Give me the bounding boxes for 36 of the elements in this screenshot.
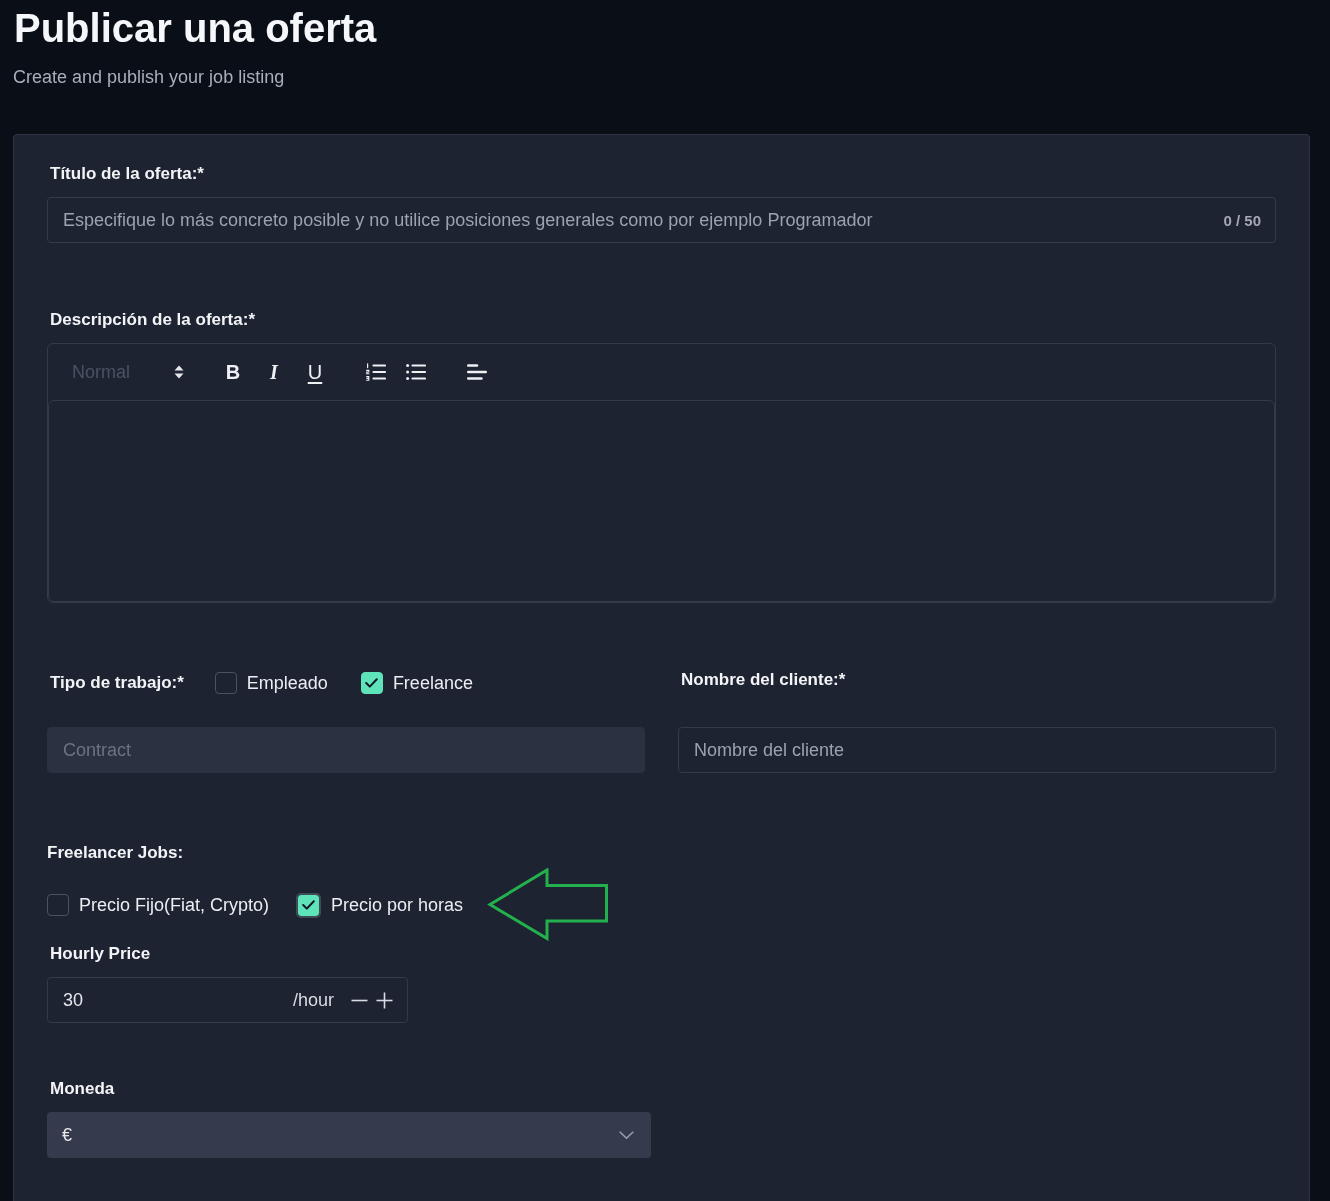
checkbox[interactable] xyxy=(47,894,69,916)
page-subtitle: Create and publish your job listing xyxy=(13,66,285,89)
checkbox-label: Precio Fijo(Fiat, Crypto) xyxy=(79,894,270,917)
underline-button[interactable]: U xyxy=(301,358,329,386)
checkbox-label: Precio por horas xyxy=(331,894,464,917)
page-title: Publicar una oferta xyxy=(14,5,377,52)
checkbox[interactable] xyxy=(214,672,237,694)
italic-button[interactable]: I xyxy=(260,358,288,386)
field-label: Moneda xyxy=(49,1078,115,1100)
title-field[interactable]: Especifique lo más concreto posible y no utilice posiciones generales como por ejemplo Programador 0 / 50 xyxy=(47,197,1276,243)
checkbox-label: Empleado xyxy=(246,672,328,695)
field-label: Nombre del cliente:* xyxy=(680,669,846,691)
field-label: Hourly Price xyxy=(49,943,151,965)
checkbox[interactable] xyxy=(296,892,322,918)
bullet-list-icon[interactable] xyxy=(406,363,426,381)
plus-icon[interactable] xyxy=(376,991,393,1009)
editor-field[interactable] xyxy=(48,400,1275,602)
align-left-icon[interactable] xyxy=(467,363,487,381)
client-name-field[interactable]: Nombre del cliente xyxy=(678,727,1276,773)
title-input[interactable]: Especifique lo más concreto posible y no utilice posiciones generales como por ejemplo Programador xyxy=(63,206,1212,234)
chevron-down-icon xyxy=(619,1131,634,1139)
field-label: Título de la oferta:* xyxy=(49,163,204,185)
field-label: Descripción de la oferta:* xyxy=(49,309,255,331)
check-icon xyxy=(302,900,316,910)
field-label: Freelancer Jobs: xyxy=(47,842,184,864)
bold-button[interactable]: B xyxy=(219,358,247,386)
hourly-price-input[interactable]: 30 xyxy=(63,986,293,1014)
currency-select[interactable]: € xyxy=(47,1112,651,1158)
checkbox-label: Freelance xyxy=(392,672,473,695)
numbered-list-icon[interactable] xyxy=(366,363,386,381)
sort-arrows-icon xyxy=(174,365,184,379)
character-counter: 0 / 50 xyxy=(1223,211,1261,229)
unit-label: /hour xyxy=(292,989,334,1011)
field-label: Tipo de trabajo:* xyxy=(49,672,184,694)
hourly-price-field[interactable]: 30 /hour xyxy=(47,977,408,1023)
check-icon xyxy=(365,678,379,688)
